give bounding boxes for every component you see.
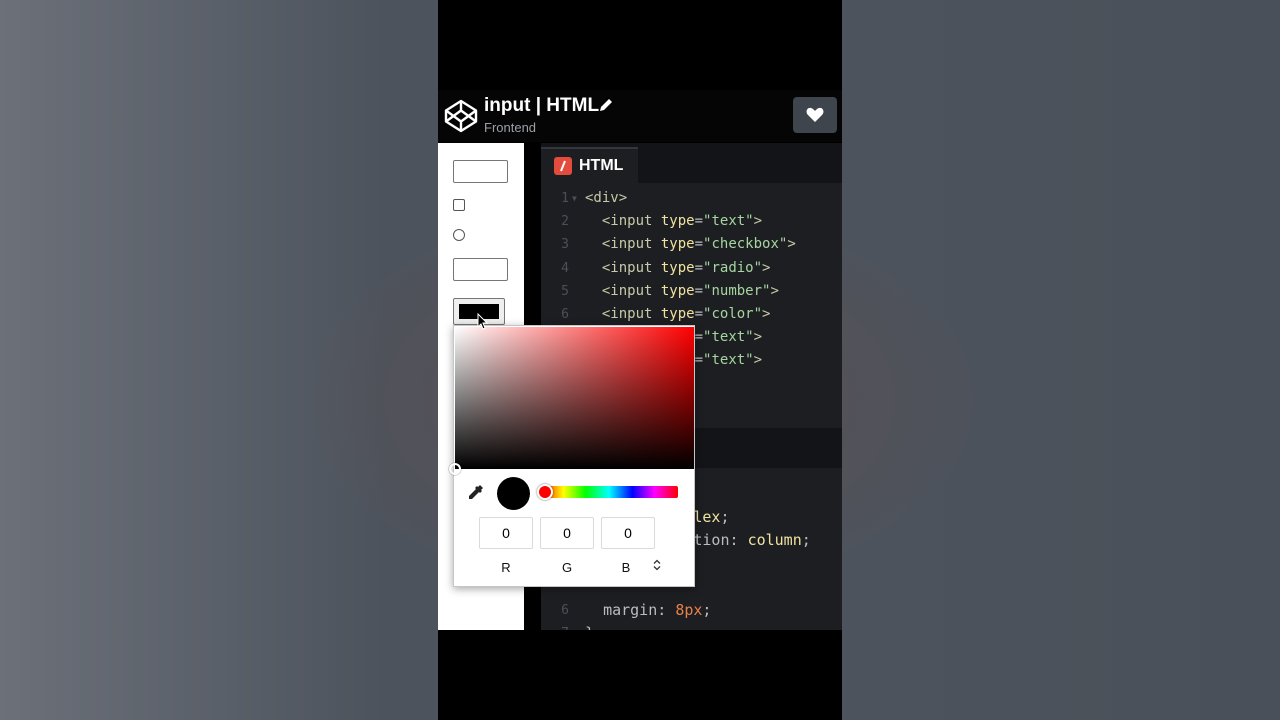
mouse-cursor-icon xyxy=(477,313,489,330)
like-button[interactable] xyxy=(793,97,837,133)
line-content: <input type="checkbox"> xyxy=(601,236,796,253)
tab-html-label: HTML xyxy=(579,157,624,174)
selected-color-preview xyxy=(497,477,530,510)
eyedropper-icon[interactable] xyxy=(467,483,485,501)
preview-text-input[interactable] xyxy=(453,160,508,183)
line-number: 1 xyxy=(561,191,569,206)
line-content: <input type="number"> xyxy=(601,282,779,299)
html-code-line[interactable]: 3 <input type="checkbox"> xyxy=(541,233,842,256)
html-tabbar: HTML xyxy=(541,143,842,183)
edit-pencil-icon[interactable] xyxy=(598,97,614,113)
pen-subtitle[interactable]: Frontend xyxy=(484,120,536,135)
tab-html[interactable]: HTML xyxy=(541,147,638,183)
line-content: margin: 8px; xyxy=(603,600,712,619)
green-label: G xyxy=(561,560,573,575)
bottom-bar xyxy=(438,630,842,720)
hue-handle[interactable] xyxy=(537,484,553,500)
saturation-value-area[interactable] xyxy=(449,327,694,475)
line-number: 6 xyxy=(561,306,569,322)
green-input[interactable] xyxy=(540,517,594,549)
fold-arrow-icon[interactable]: ▼ xyxy=(572,187,577,210)
line-number: 5 xyxy=(561,283,569,299)
blue-label: B xyxy=(621,560,631,575)
html-code-line[interactable]: 4 <input type="radio"> xyxy=(541,257,842,280)
html-slash-icon xyxy=(554,157,572,175)
line-content: <div> xyxy=(585,190,628,206)
html-code-line[interactable]: 2 <input type="text"> xyxy=(541,210,842,233)
preview-radio[interactable] xyxy=(453,229,465,241)
color-mode-toggle-icon[interactable] xyxy=(653,559,661,574)
red-input[interactable] xyxy=(479,517,533,549)
line-number: 6 xyxy=(561,602,569,618)
line-content: <input type="radio"> xyxy=(601,259,771,276)
hue-slider[interactable] xyxy=(537,484,678,500)
codepen-logo-icon[interactable] xyxy=(444,99,478,133)
blue-input[interactable] xyxy=(601,517,655,549)
html-code-line[interactable]: 1 ▼ <div> xyxy=(541,187,842,210)
html-code-line[interactable]: 6 <input type="color"> xyxy=(541,303,842,326)
heart-icon xyxy=(806,107,824,122)
line-content: <input type="text"> xyxy=(601,213,763,230)
sv-handle[interactable] xyxy=(449,463,461,475)
line-number: 4 xyxy=(561,260,569,276)
preview-checkbox[interactable] xyxy=(453,199,465,211)
app-header: input | HTML Frontend xyxy=(438,90,842,142)
line-number: 3 xyxy=(561,237,569,253)
line-number: 2 xyxy=(561,214,569,230)
color-picker-popup: R G B xyxy=(449,325,695,587)
preview-number-input[interactable] xyxy=(453,258,508,281)
css-code-line[interactable]: 6 margin: 8px; xyxy=(541,599,842,622)
red-label: R xyxy=(501,560,511,575)
pen-title[interactable]: input | HTML xyxy=(484,95,599,117)
html-code-line[interactable]: 5 <input type="number"> xyxy=(541,280,842,303)
line-content: <input type="color"> xyxy=(601,305,771,322)
